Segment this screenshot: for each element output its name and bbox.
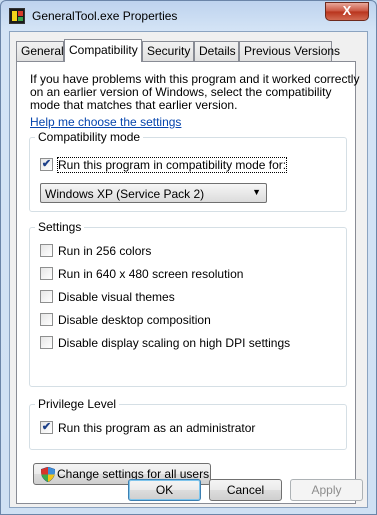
intro-text: If you have problems with this program a… <box>30 72 360 112</box>
cancel-button[interactable]: Cancel <box>209 479 282 501</box>
group-label-settings: Settings <box>35 220 85 234</box>
checkbox[interactable] <box>40 290 53 303</box>
setting-label: Run in 256 colors <box>58 244 152 258</box>
setting-label: Run in 640 x 480 screen resolution <box>58 267 244 281</box>
help-link[interactable]: Help me choose the settings <box>30 115 181 129</box>
checkbox[interactable] <box>40 313 53 326</box>
ok-button[interactable]: OK <box>128 479 201 501</box>
compat-mode-checkbox-label: Run this program in compatibility mode f… <box>56 157 288 173</box>
os-version-dropdown[interactable]: Windows XP (Service Pack 2) ▼ <box>40 183 267 203</box>
tab-strip: General Compatibility Security Details P… <box>16 39 356 62</box>
group-label-compatibility-mode: Compatibility mode <box>35 130 144 144</box>
setting-label: Disable display scaling on high DPI sett… <box>58 336 291 350</box>
title-bar[interactable]: GeneralTool.exe Properties X <box>1 1 376 31</box>
run-as-admin-checkbox[interactable]: ✔ <box>40 421 53 434</box>
checkbox[interactable] <box>40 244 53 257</box>
close-icon: X <box>342 3 352 18</box>
properties-window: GeneralTool.exe Properties X General Com… <box>0 0 377 515</box>
compatibility-panel: If you have problems with this program a… <box>16 61 359 504</box>
shield-icon <box>41 467 55 482</box>
tab-previous-versions[interactable]: Previous Versions <box>239 41 340 61</box>
privilege-level-group: Privilege Level ✔ Run this program as an… <box>29 397 347 450</box>
setting-label: Disable desktop composition <box>58 313 211 327</box>
dialog-client: General Compatibility Security Details P… <box>9 31 368 508</box>
compat-mode-checkbox-row[interactable]: ✔ Run this program in compatibility mode… <box>40 157 288 173</box>
tab-compatibility[interactable]: Compatibility <box>64 39 142 62</box>
checkbox[interactable] <box>40 267 53 280</box>
check-icon: ✔ <box>41 421 52 433</box>
window-title: GeneralTool.exe Properties <box>32 9 178 23</box>
setting-label: Disable visual themes <box>58 290 175 304</box>
tab-general[interactable]: General <box>16 41 64 61</box>
tab-details[interactable]: Details <box>194 41 239 61</box>
group-label-privilege-level: Privilege Level <box>35 397 120 411</box>
settings-group: Settings Run in 256 colors Run in 640 x … <box>29 220 347 387</box>
close-button[interactable]: X <box>325 2 369 21</box>
checkbox[interactable] <box>40 336 53 349</box>
chevron-down-icon: ▼ <box>252 187 261 197</box>
compatibility-mode-group: Compatibility mode ✔ Run this program in… <box>29 130 347 212</box>
apply-button[interactable]: Apply <box>290 479 363 501</box>
app-icon <box>9 8 25 24</box>
os-version-selected: Windows XP (Service Pack 2) <box>45 187 205 201</box>
compat-mode-checkbox[interactable]: ✔ <box>40 158 53 171</box>
tab-security[interactable]: Security <box>142 41 194 61</box>
check-icon: ✔ <box>41 158 52 170</box>
run-as-admin-label: Run this program as an administrator <box>58 421 256 435</box>
